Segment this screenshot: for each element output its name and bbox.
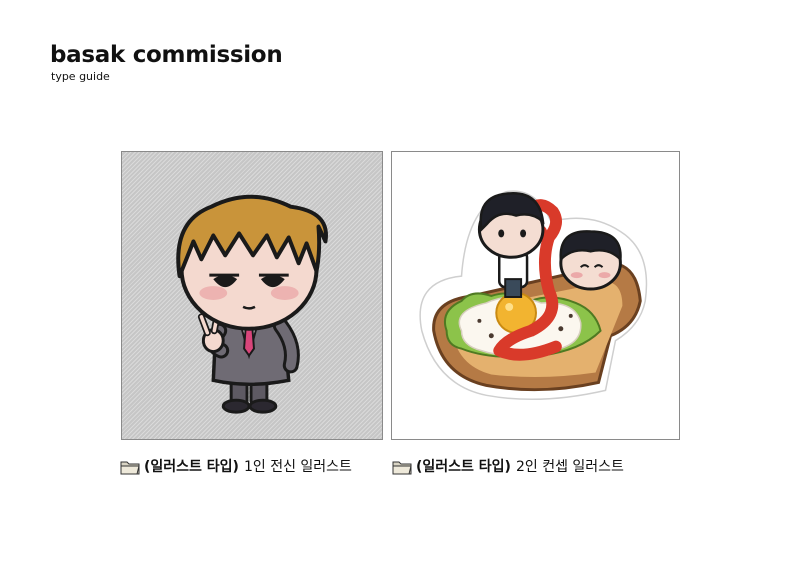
page-subtitle: type guide bbox=[51, 70, 110, 83]
illustration-duo-concept bbox=[391, 151, 680, 440]
folder-icon bbox=[392, 461, 412, 475]
toast-sticker-illustration bbox=[419, 190, 648, 400]
folder-icon bbox=[120, 461, 140, 475]
caption-type-label: (일러스트 타입) bbox=[144, 459, 239, 475]
caption-duo-illustration: (일러스트 타입) 2인 컨셉 일러스트 bbox=[392, 458, 624, 476]
page-title: basak commission bbox=[50, 42, 283, 68]
caption-description: 1인 전신 일러스트 bbox=[243, 459, 352, 475]
chibi-character-illustration bbox=[176, 194, 328, 414]
caption-single-illustration: (일러스트 타입) 1인 전신 일러스트 bbox=[120, 458, 352, 476]
caption-type-label: (일러스트 타입) bbox=[416, 459, 511, 475]
illustration-single-fullbody bbox=[121, 151, 383, 440]
caption-description: 2인 컨셉 일러스트 bbox=[515, 459, 624, 475]
